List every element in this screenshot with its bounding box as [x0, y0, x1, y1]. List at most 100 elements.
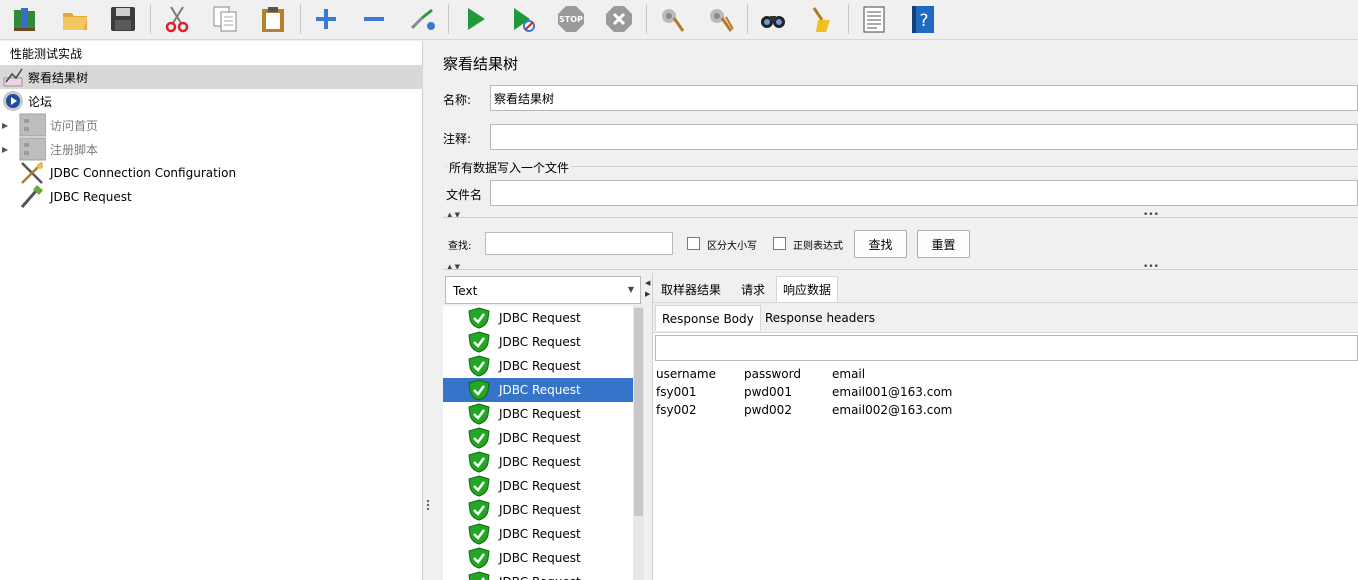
result-item-label: JDBC Request [499, 311, 581, 325]
comment-field[interactable] [490, 124, 1358, 150]
result-item[interactable]: JDBC Request [443, 498, 633, 522]
collapse-icon[interactable] [357, 2, 391, 36]
tree-item-label: 性能测试实战 [10, 46, 83, 61]
result-item-label: JDBC Request [499, 431, 581, 445]
success-shield-icon [467, 547, 491, 572]
result-item[interactable]: JDBC Request [443, 306, 633, 330]
result-item[interactable]: JDBC Request [443, 474, 633, 498]
paste-icon[interactable] [256, 2, 290, 36]
tree-item-thread-group[interactable]: 论坛 [0, 89, 423, 113]
tree-item-controller-register[interactable]: ▶ 注册脚本 [0, 137, 423, 161]
tree-item-view-results-tree[interactable]: 察看结果树 [0, 65, 423, 89]
table-cell: pwd002 [744, 403, 792, 417]
result-list-scrollbar[interactable] [633, 306, 644, 580]
save-icon[interactable] [106, 2, 140, 36]
stop-icon[interactable]: STOP [554, 2, 588, 36]
find-button[interactable]: 查找 [854, 230, 907, 258]
start-no-timers-icon[interactable] [506, 2, 540, 36]
success-shield-icon [467, 499, 491, 524]
tab-request[interactable]: 请求 [735, 276, 771, 302]
tree-item-jdbc-request[interactable]: JDBC Request [0, 185, 423, 209]
shutdown-icon[interactable] [602, 2, 636, 36]
response-search-field[interactable] [655, 335, 1358, 361]
controller-icon [18, 113, 46, 137]
column-header: email [832, 367, 866, 381]
clear-all-icon[interactable] [703, 2, 737, 36]
success-shield-icon [467, 307, 491, 332]
tree-item-controller-home[interactable]: ▶ 访问首页 [0, 113, 423, 137]
result-item[interactable]: JDBC Request [443, 546, 633, 570]
tab-response-body[interactable]: Response Body [655, 305, 761, 331]
search-input[interactable] [485, 232, 673, 255]
result-item[interactable]: JDBC Request [443, 330, 633, 354]
reset-search-icon[interactable] [804, 2, 838, 36]
filename-label: 文件名 [446, 188, 483, 202]
success-shield-icon [467, 571, 491, 580]
search-label: 查找: [448, 241, 472, 252]
column-header: password [744, 367, 801, 381]
result-item[interactable]: JDBC Request [443, 402, 633, 426]
split-arrows-icon[interactable]: ◀ ▶ [645, 278, 650, 300]
copy-icon[interactable] [208, 2, 242, 36]
renderer-select-value: Text [453, 284, 478, 298]
start-icon[interactable] [458, 2, 492, 36]
result-item[interactable]: JDBC Request [443, 522, 633, 546]
result-item[interactable]: JDBC Request [443, 450, 633, 474]
result-item-label: JDBC Request [499, 527, 581, 541]
table-cell: email001@163.com [832, 385, 953, 399]
result-item-label: JDBC Request [499, 503, 581, 517]
expand-icon[interactable] [309, 2, 343, 36]
svg-text:?: ? [919, 11, 928, 31]
tree-item-label: JDBC Request [50, 190, 132, 204]
pane-splitter[interactable] [423, 41, 433, 580]
result-item[interactable]: JDBC Request [443, 570, 633, 580]
result-item-label: JDBC Request [499, 575, 581, 580]
regex-checkbox[interactable] [773, 237, 786, 250]
result-item[interactable]: JDBC Request [443, 378, 633, 402]
tree-item-label: 注册脚本 [50, 142, 99, 157]
function-helper-icon[interactable] [857, 2, 891, 36]
toggle-icon[interactable] [405, 2, 439, 36]
tree-item-label: JDBC Connection Configuration [50, 166, 237, 180]
drag-handle-icon[interactable]: ••• [1143, 210, 1159, 220]
case-sensitive-checkbox[interactable] [687, 237, 700, 250]
toolbar: STOP ? [0, 0, 1358, 40]
search-icon[interactable] [756, 2, 790, 36]
result-item-label: JDBC Request [499, 407, 581, 421]
reset-button[interactable]: 重置 [917, 230, 970, 258]
tab-response-headers[interactable]: Response headers [759, 305, 881, 331]
table-cell: pwd001 [744, 385, 792, 399]
templates-icon[interactable] [8, 2, 42, 36]
tab-response-data[interactable]: 响应数据 [776, 276, 839, 302]
result-item[interactable]: JDBC Request [443, 426, 633, 450]
help-icon[interactable]: ? [905, 2, 939, 36]
result-item[interactable]: JDBC Request [443, 354, 633, 378]
filename-field[interactable] [490, 180, 1358, 206]
table-cell: email002@163.com [832, 403, 953, 417]
result-item-label: JDBC Request [499, 551, 581, 565]
success-shield-icon [467, 331, 491, 356]
result-item-label: JDBC Request [499, 383, 581, 397]
chevron-down-icon: ▼ [627, 285, 634, 294]
scrollbar-thumb[interactable] [634, 308, 643, 516]
tab-sampler-result[interactable]: 取样器结果 [655, 276, 727, 302]
open-icon[interactable] [58, 2, 92, 36]
response-tabs: Response Body Response headers [655, 305, 1358, 331]
cut-icon[interactable] [160, 2, 194, 36]
clear-icon[interactable] [655, 2, 689, 36]
success-shield-icon [467, 451, 491, 476]
table-cell: fsy002 [656, 403, 697, 417]
thread-group-icon [2, 90, 24, 112]
comment-label: 注释: [443, 132, 472, 146]
result-item-label: JDBC Request [499, 335, 581, 349]
tree-item-test-plan[interactable]: 性能测试实战 [0, 41, 423, 65]
drag-handle-icon[interactable]: ••• [1143, 262, 1159, 272]
renderer-select[interactable]: Text ▼ [445, 276, 641, 304]
success-shield-icon [467, 355, 491, 380]
success-shield-icon [467, 403, 491, 428]
name-field[interactable]: 察看结果树 [490, 85, 1358, 111]
success-shield-icon [467, 475, 491, 500]
tree-item-jdbc-config[interactable]: JDBC Connection Configuration [0, 161, 423, 185]
expand-arrow-icon[interactable]: ▶ [2, 121, 10, 130]
expand-arrow-icon[interactable]: ▶ [2, 145, 10, 154]
